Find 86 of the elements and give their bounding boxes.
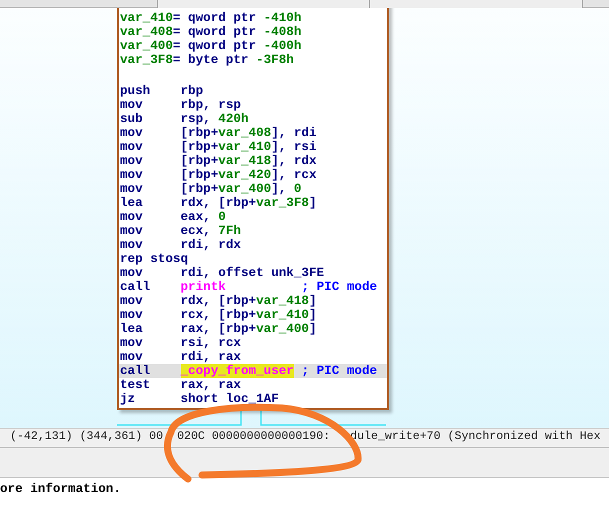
operand-text: rax, [rbp+ — [180, 322, 256, 336]
operand-text: = qword ptr — [172, 11, 258, 25]
variable-name: var_410 — [120, 11, 173, 25]
mnemonic: mov — [120, 168, 144, 182]
variable-name: var_418 — [256, 294, 309, 308]
operand-text: rdi, rdx — [180, 238, 241, 252]
variable-name: var_400 — [256, 322, 309, 336]
mnemonic: call — [120, 364, 152, 378]
function-name[interactable]: printk — [180, 280, 226, 294]
operand-text: ], rdi — [271, 126, 317, 140]
status-text: 020C 0000000000000190: — [177, 429, 330, 444]
mnemonic: call — [120, 280, 152, 294]
variable-name: var_400 — [218, 182, 272, 196]
operand-text: [rbp+ — [180, 168, 218, 182]
operand-text: [rbp+ — [180, 154, 218, 168]
operand-text: ], rcx — [271, 168, 317, 182]
operand-text: = byte ptr — [172, 53, 250, 67]
number-value: -400h — [264, 39, 302, 53]
number-value: 7Fh — [218, 224, 241, 238]
mnemonic: mov — [120, 98, 144, 112]
operand-text: [rbp+ — [180, 126, 218, 140]
operand-text: rsi, rcx — [180, 336, 241, 350]
operand-text: ecx, — [180, 224, 212, 238]
operand-text: rcx, [rbp+ — [180, 308, 256, 322]
mnemonic: mov — [120, 224, 144, 238]
operand-text: ], rdx — [271, 154, 317, 168]
mnemonic: mov — [120, 308, 144, 322]
mnemonic: push — [120, 84, 152, 98]
output-text: ore information. — [0, 482, 122, 496]
operand-text: ] — [308, 294, 317, 308]
number-value: -3F8h — [256, 53, 294, 67]
status-text: dule_write+70 (Synchronized with Hex — [350, 429, 601, 444]
number-value: 420h — [218, 112, 249, 126]
code-comment: ; PIC mode — [302, 280, 378, 294]
variable-name: var_408 — [120, 25, 173, 39]
operand-text: ] — [308, 308, 317, 322]
mnemonic: mov — [120, 182, 144, 196]
operand-text: rdi, rax — [180, 350, 241, 364]
operand-text: ] — [308, 322, 317, 336]
mnemonic: mov — [120, 266, 144, 280]
mnemonic: mov — [120, 154, 144, 168]
variable-name: var_410 — [218, 140, 272, 154]
number-value: -410h — [264, 11, 302, 25]
operand-text: rdx, [rbp+ — [180, 294, 256, 308]
mnemonic: test — [120, 378, 152, 392]
tab[interactable] — [370, 0, 583, 8]
operand-text: short loc_1AF — [180, 392, 279, 406]
operand-text: ] — [308, 196, 317, 210]
operand-text: rax, rax — [180, 378, 241, 392]
variable-name: var_400 — [120, 39, 173, 53]
variable-name: var_420 — [218, 168, 272, 182]
operand-text: [rbp+ — [180, 140, 218, 154]
mnemonic: mov — [120, 210, 144, 224]
variable-name: var_410 — [256, 308, 309, 322]
operand-text: rsp, — [180, 112, 212, 126]
code-comment: ; PIC mode — [302, 364, 378, 378]
mnemonic: jz — [120, 392, 136, 406]
mnemonic: lea — [120, 322, 144, 336]
mnemonic: mov — [120, 238, 144, 252]
operand-text: rdx, [rbp+ — [180, 196, 256, 210]
mnemonic: mov — [120, 294, 144, 308]
mnemonic: lea — [120, 196, 144, 210]
operand-text: eax, — [180, 210, 212, 224]
operand-text: rbp, rsp — [180, 98, 241, 112]
variable-name: var_3F8 — [120, 53, 173, 67]
variable-name: var_3F8 — [256, 196, 309, 210]
operand-text: rdi, offset unk_3FE — [180, 266, 324, 280]
mnemonic: mov — [120, 350, 144, 364]
variable-name: var_418 — [218, 154, 272, 168]
variable-name: var_408 — [218, 126, 272, 140]
mnemonic: rep stosq — [120, 252, 188, 266]
operand-text: ], rsi — [271, 140, 317, 154]
tab[interactable] — [157, 0, 370, 8]
number-value: -408h — [264, 25, 302, 39]
mnemonic: sub — [120, 112, 144, 126]
mnemonic: mov — [120, 126, 144, 140]
mnemonic: mov — [120, 336, 144, 350]
mnemonic: mov — [120, 140, 144, 154]
operand-text: [rbp+ — [180, 182, 218, 196]
operand-text: = qword ptr — [172, 39, 258, 53]
number-value: 0 — [218, 210, 226, 224]
number-value: 0 — [294, 182, 302, 196]
operand-text: rbp — [180, 84, 204, 98]
operand-text: = qword ptr — [172, 25, 258, 39]
operand-text: ], — [271, 182, 288, 196]
status-text: (-42,131) (344,361) 00 — [10, 429, 164, 444]
